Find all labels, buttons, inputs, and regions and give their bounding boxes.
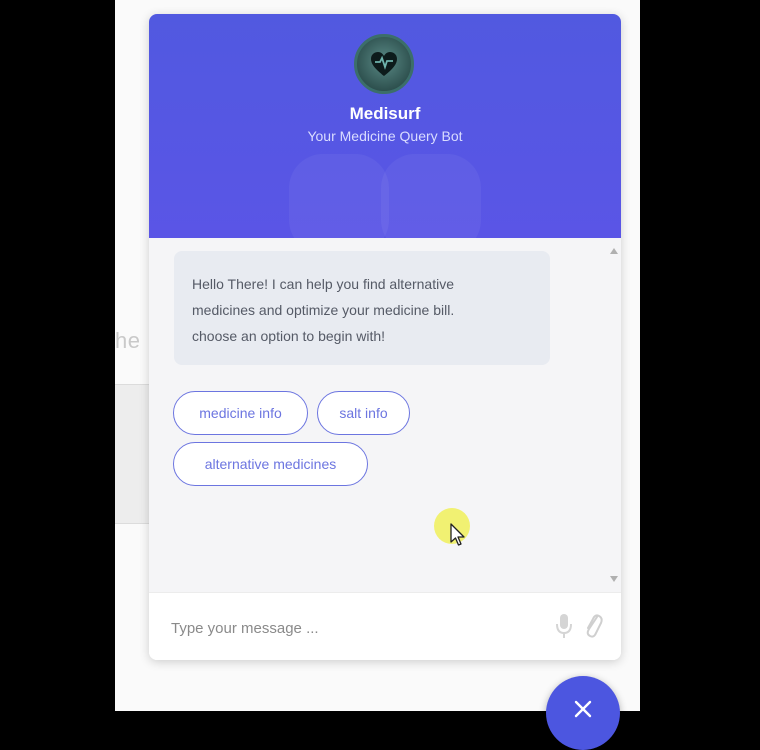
message-line: medicines and optimize your medicine bil… — [192, 302, 455, 318]
microphone-icon[interactable] — [556, 613, 572, 639]
message-scrollbar[interactable] — [607, 238, 621, 592]
bot-name: Medisurf — [349, 104, 421, 123]
close-icon — [574, 700, 592, 718]
message-input[interactable] — [169, 615, 533, 641]
header-decoration — [289, 154, 389, 238]
message-area[interactable]: Hello There! I can help you find alterna… — [149, 238, 621, 592]
heart-pulse-icon — [371, 52, 397, 76]
chat-header: Medisurf Your Medicine Query Bot — [149, 14, 621, 238]
quick-reply-alternative-medicines[interactable]: alternative medicines — [173, 442, 368, 486]
mouse-cursor-icon — [450, 523, 465, 546]
bot-subtitle: Your Medicine Query Bot — [307, 128, 463, 144]
message-line: choose an option to begin with! — [192, 328, 386, 344]
background-partial-text: he — [115, 328, 141, 353]
background-panel — [115, 384, 149, 524]
bot-message-bubble: Hello There! I can help you find alterna… — [174, 251, 550, 365]
header-decoration — [381, 154, 481, 238]
scroll-down-arrow-icon[interactable] — [610, 576, 618, 582]
message-line: Hello There! I can help you find alterna… — [192, 276, 455, 292]
chat-widget: Medisurf Your Medicine Query Bot Hello T… — [149, 14, 621, 660]
bot-avatar — [354, 34, 414, 94]
quick-reply-salt-info[interactable]: salt info — [317, 391, 410, 435]
close-chat-button[interactable] — [546, 676, 620, 750]
message-input-bar — [149, 592, 621, 660]
quick-reply-medicine-info[interactable]: medicine info — [173, 391, 308, 435]
scroll-up-arrow-icon[interactable] — [610, 248, 618, 254]
paperclip-icon[interactable] — [583, 611, 603, 639]
